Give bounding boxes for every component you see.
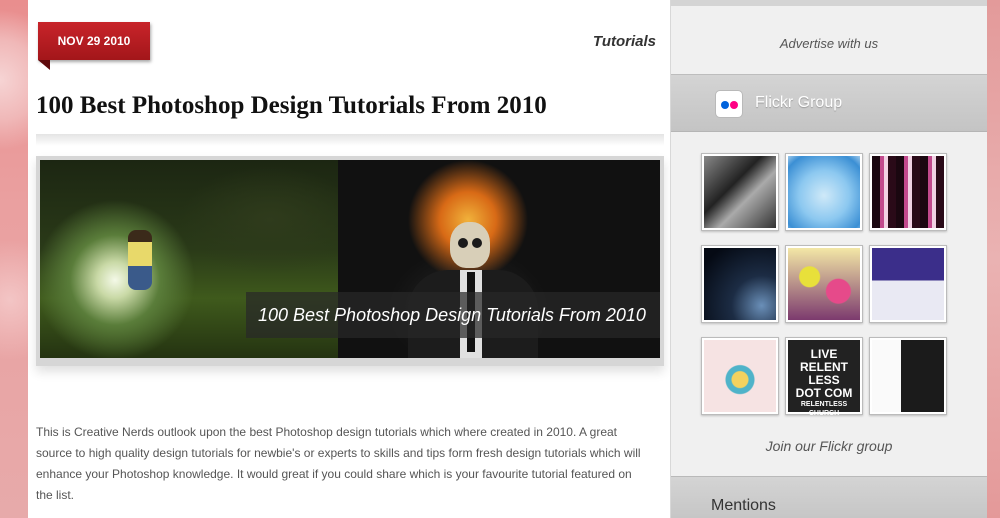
thumbnail-image <box>872 248 944 320</box>
thumbnail-image <box>872 156 944 228</box>
sidebar-top-strip <box>671 0 987 6</box>
banner-frame: 100 Best Photoshop Design Tutorials From… <box>36 156 664 366</box>
flickr-thumbnail[interactable] <box>785 245 863 323</box>
flickr-group-header: Flickr Group <box>671 74 987 132</box>
mentions-title: Mentions <box>711 497 776 514</box>
post-excerpt: This is Creative Nerds outlook upon the … <box>36 425 641 502</box>
background-left <box>0 0 28 518</box>
sidebar: Advertise with us Flickr Group LIVE RELE… <box>670 0 987 518</box>
mentions-header: Mentions <box>671 476 987 518</box>
thumbnail-image <box>788 156 860 228</box>
title-divider <box>36 134 664 146</box>
thumbnail-image <box>704 340 776 412</box>
post-banner-image[interactable]: 100 Best Photoshop Design Tutorials From… <box>40 160 660 358</box>
thumbnail-text-line: RELENTLESS <box>800 401 848 408</box>
flickr-thumbnail[interactable]: LIVE RELENT LESS DOT COM RELENTLESS CHUR… <box>785 337 863 417</box>
banner-caption: 100 Best Photoshop Design Tutorials From… <box>246 292 660 338</box>
flickr-pink-dot <box>730 101 738 109</box>
join-flickr-group-link[interactable]: Join our Flickr group <box>671 438 987 454</box>
flickr-thumbnail[interactable] <box>869 245 947 323</box>
banner-skull <box>450 222 490 268</box>
advertise-link[interactable]: Advertise with us <box>671 36 987 51</box>
flickr-thumbnail[interactable] <box>869 153 947 231</box>
thumbnail-text-line: CHURCH <box>808 410 840 417</box>
post-category-link[interactable]: Tutorials <box>593 33 656 50</box>
flickr-blue-dot <box>721 101 729 109</box>
thumbnail-image: LIVE RELENT LESS DOT COM RELENTLESS CHUR… <box>788 340 860 417</box>
thumbnail-image <box>872 340 944 412</box>
post-area: NOV 29 2010 Tutorials 100 Best Photoshop… <box>28 0 670 518</box>
post-title[interactable]: 100 Best Photoshop Design Tutorials From… <box>36 92 547 120</box>
flickr-logo-icon <box>715 90 743 118</box>
banner-figure-girl <box>128 230 152 290</box>
thumbnail-image <box>704 156 776 228</box>
date-ribbon-fold <box>38 60 50 70</box>
thumbnail-text-line: DOT COM <box>795 386 853 400</box>
flickr-thumbnail[interactable] <box>785 153 863 231</box>
thumbnail-image <box>788 248 860 320</box>
thumbnail-image <box>704 248 776 320</box>
flickr-thumbnail[interactable] <box>701 337 779 415</box>
flickr-group-title: Flickr Group <box>755 94 843 111</box>
post-date-ribbon: NOV 29 2010 <box>38 22 150 60</box>
flickr-thumbnail[interactable] <box>701 153 779 231</box>
flickr-thumbnail[interactable] <box>701 245 779 323</box>
flickr-thumbnail[interactable] <box>869 337 947 415</box>
background-right <box>987 0 1000 518</box>
